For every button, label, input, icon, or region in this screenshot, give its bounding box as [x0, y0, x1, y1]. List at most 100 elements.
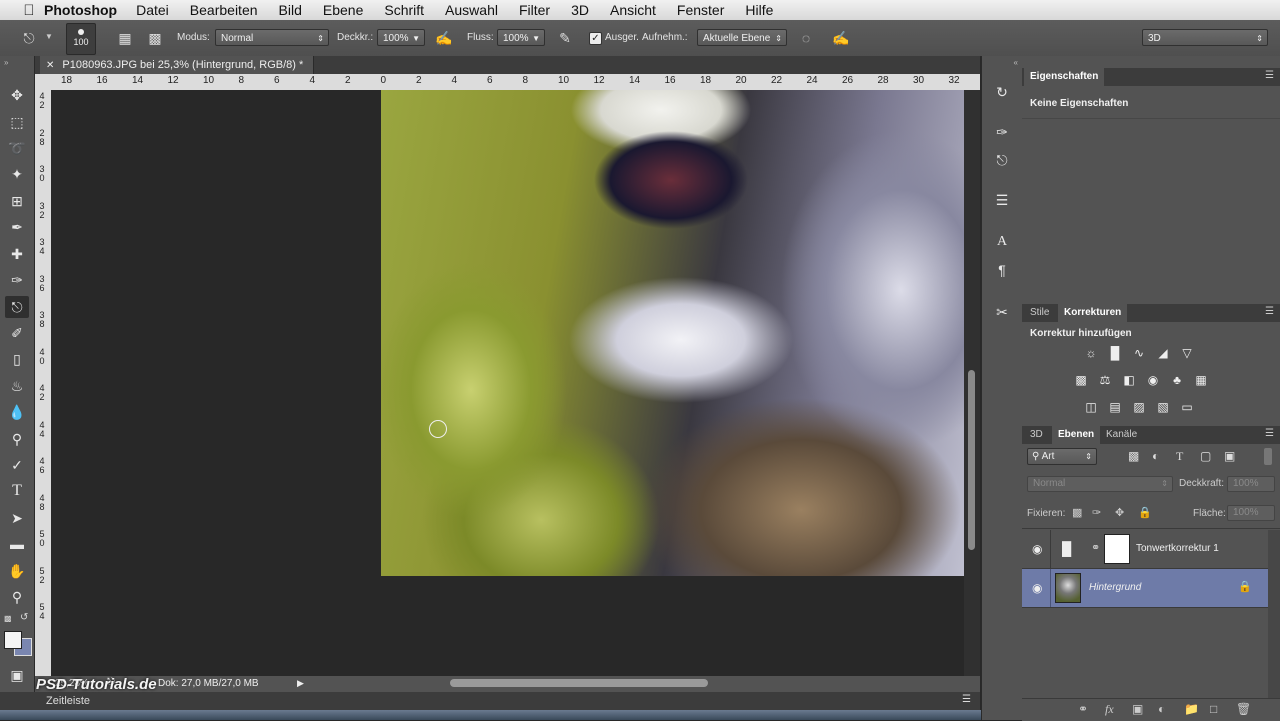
panel-menu-icon[interactable]: ☰	[1265, 70, 1274, 81]
eye-icon[interactable]: ◉	[1032, 581, 1042, 595]
new-group-icon[interactable]: 📁	[1184, 702, 1199, 716]
rectangle-icon[interactable]: ▬	[5, 533, 29, 555]
tab-eigenschaften[interactable]: Eigenschaften	[1024, 68, 1105, 86]
brush-panel-icon[interactable]: ▦	[116, 29, 134, 47]
layer-row-tonwertkorrektur[interactable]: ◉ █ ⚭ Tonwertkorrektur 1	[1022, 530, 1268, 569]
expand-arrows-icon[interactable]: «	[1014, 58, 1018, 67]
tool-presets-icon[interactable]: ☰	[992, 190, 1012, 210]
layer-row-hintergrund[interactable]: ◉ Hintergrund 🔒	[1022, 569, 1268, 608]
lock-all-icon[interactable]: 🔒	[1138, 506, 1152, 519]
paint-bucket-icon[interactable]: ♨	[5, 375, 29, 397]
tab-stile[interactable]: Stile	[1024, 304, 1055, 322]
pressure-opacity-icon[interactable]: ✍	[435, 29, 453, 47]
healing-icon[interactable]: ✚	[5, 243, 29, 265]
channel-mixer-icon[interactable]: ♣	[1168, 371, 1186, 389]
panel-menu-icon[interactable]: ☰	[962, 694, 971, 705]
history-brush-icon[interactable]: ✐	[5, 322, 29, 344]
vertical-scroll-thumb[interactable]	[968, 370, 975, 550]
levels-icon[interactable]: █	[1106, 344, 1124, 362]
tab-ebenen[interactable]: Ebenen	[1052, 426, 1101, 444]
new-adjustment-icon[interactable]: ◐	[1158, 702, 1165, 716]
menu-hilfe[interactable]: Hilfe	[745, 2, 773, 18]
paragraph-icon[interactable]: ¶	[992, 260, 1012, 280]
modus-select[interactable]: Normal ⇕	[215, 29, 329, 46]
exposure-icon[interactable]: ◢	[1154, 344, 1172, 362]
chain-link-icon[interactable]: ⚭	[1091, 541, 1100, 554]
canvas-area[interactable]	[51, 90, 964, 676]
lock-image-icon[interactable]: ✑	[1092, 506, 1101, 519]
invert-icon[interactable]: ◫	[1082, 398, 1100, 416]
link-layers-icon[interactable]: ⚭	[1078, 702, 1088, 716]
fx-icon[interactable]: fx	[1105, 702, 1114, 717]
tab-korrekturen[interactable]: Korrekturen	[1058, 304, 1128, 322]
tab-kanaele[interactable]: Kanäle	[1100, 426, 1143, 444]
character-icon[interactable]: A	[992, 232, 1012, 252]
close-icon[interactable]: ✕	[46, 60, 54, 71]
menu-bearbeiten[interactable]: Bearbeiten	[190, 2, 258, 18]
path-select-icon[interactable]: ➤	[5, 507, 29, 529]
brush-icon[interactable]: ✑	[5, 269, 29, 291]
menu-app[interactable]: Photoshop	[44, 2, 117, 18]
eyedropper-icon[interactable]: ✒	[5, 216, 29, 238]
brush-presets-icon[interactable]: ✑	[992, 122, 1012, 142]
lasso-icon[interactable]: ➰	[5, 137, 29, 159]
apple-icon[interactable]: 	[14, 2, 44, 19]
quick-mask-icon[interactable]: ▣	[5, 664, 29, 686]
blur-icon[interactable]: 💧	[5, 401, 29, 423]
trash-icon[interactable]: 🗑	[1236, 702, 1251, 716]
curves-icon[interactable]: ∿	[1130, 344, 1148, 362]
default-colors-icon[interactable]: ▩	[4, 614, 12, 623]
document-tab[interactable]: ✕ P1080963.JPG bei 25,3% (Hintergrund, RG…	[40, 56, 315, 74]
crop-icon[interactable]: ⊞	[5, 190, 29, 212]
clone-source-icon[interactable]: ▩	[146, 29, 164, 47]
move-icon[interactable]: ✥	[5, 84, 29, 106]
ignore-adjustment-layers-icon[interactable]: ◌	[797, 29, 815, 47]
foreground-color-swatch[interactable]	[4, 631, 22, 649]
pen-icon[interactable]: ✓	[5, 454, 29, 476]
collapse-arrows-icon[interactable]: »	[4, 58, 8, 67]
color-lookup-icon[interactable]: ▦	[1192, 371, 1210, 389]
layer-name[interactable]: Hintergrund	[1089, 582, 1141, 593]
hand-icon[interactable]: ✋	[5, 560, 29, 582]
threshold-icon[interactable]: ▨	[1130, 398, 1148, 416]
eye-icon[interactable]: ◉	[1032, 542, 1042, 556]
menu-datei[interactable]: Datei	[136, 2, 169, 18]
color-balance-icon[interactable]: ⚖	[1096, 371, 1114, 389]
menu-schrift[interactable]: Schrift	[384, 2, 424, 18]
new-layer-icon[interactable]: □	[1210, 702, 1217, 716]
menu-bild[interactable]: Bild	[279, 2, 302, 18]
filter-pixel-icon[interactable]: ▩	[1128, 449, 1139, 463]
aufnehm-select[interactable]: Aktuelle Ebene ⇕	[697, 29, 787, 46]
photo-filter-icon[interactable]: ◉	[1144, 371, 1162, 389]
filter-smart-object-icon[interactable]: ▣	[1224, 449, 1235, 463]
layer-filter-select[interactable]: ⚲ Art ⇕	[1027, 448, 1097, 465]
dodge-icon[interactable]: ⚲	[5, 428, 29, 450]
menu-auswahl[interactable]: Auswahl	[445, 2, 498, 18]
clone-stamp-tool-icon[interactable]: ⎋	[20, 29, 38, 47]
tool-preset-arrow-icon[interactable]: ▼	[45, 32, 53, 41]
timeline-label[interactable]: Zeitleiste	[46, 695, 90, 707]
filter-type-icon[interactable]: T	[1176, 449, 1183, 464]
panel-menu-icon[interactable]: ☰	[1265, 428, 1274, 439]
fluss-field[interactable]: 100% ▼	[497, 29, 545, 46]
tab-3d[interactable]: 3D	[1024, 426, 1049, 444]
history-icon[interactable]: ↻	[992, 82, 1012, 102]
brightness-icon[interactable]: ☼	[1082, 344, 1100, 362]
vibrance-icon[interactable]: ▽	[1178, 344, 1196, 362]
workspace-select[interactable]: 3D ⇕	[1142, 29, 1268, 46]
tiger-photo[interactable]	[381, 90, 964, 576]
filter-adjustment-icon[interactable]: ◐	[1152, 449, 1159, 463]
airbrush-icon[interactable]: ✎	[556, 29, 574, 47]
filter-toggle[interactable]	[1264, 448, 1272, 465]
status-menu-arrow-icon[interactable]: ▶	[297, 678, 304, 689]
deckkr-field[interactable]: 100% ▼	[377, 29, 425, 46]
lock-transparent-icon[interactable]: ▩	[1072, 506, 1082, 519]
blend-mode-select[interactable]: Normal ⇕	[1027, 476, 1173, 492]
ausger-checkbox[interactable]: ✓	[589, 32, 602, 45]
selective-color-icon[interactable]: ▧	[1154, 398, 1172, 416]
zoom-icon[interactable]: ⚲	[5, 586, 29, 608]
clone-source-panel-icon[interactable]: ⎋	[992, 150, 1012, 170]
menu-fenster[interactable]: Fenster	[677, 2, 724, 18]
add-mask-icon[interactable]: ▣	[1132, 702, 1143, 716]
layer-thumbnail[interactable]	[1055, 573, 1081, 603]
